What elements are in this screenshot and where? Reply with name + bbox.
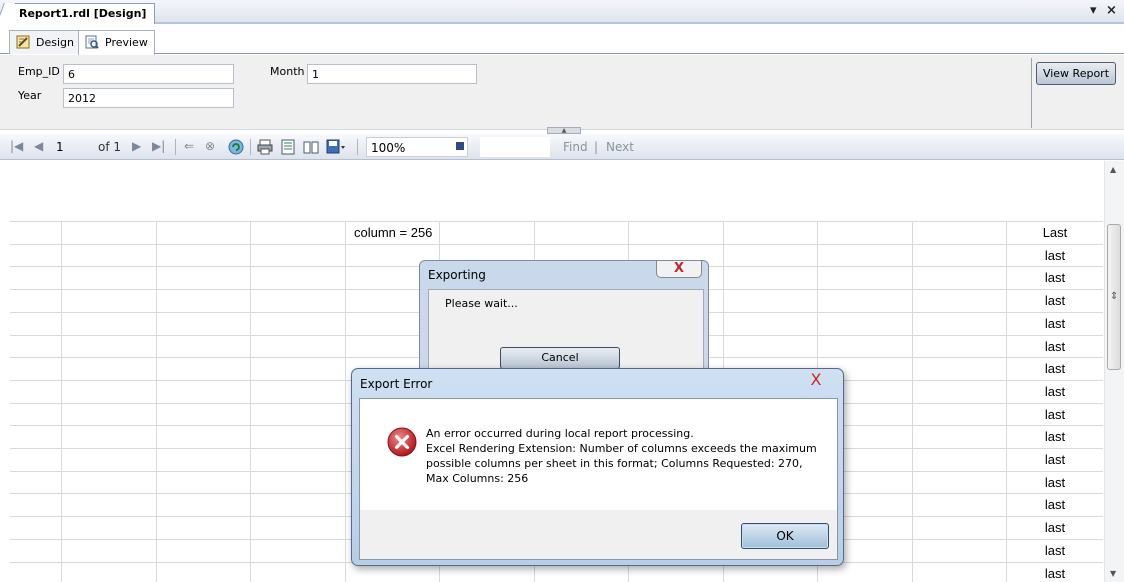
parameter-panel: Emp_ID 6 Month 1 Year 2012 (0, 55, 1124, 130)
report-toolbar: |◀ ◀ 1 of 1 ▶ ▶| ⇐ ⊗ 100% Find | Next (0, 134, 1124, 160)
tab-preview-label: Preview (105, 36, 148, 49)
month-field[interactable]: 1 (307, 64, 477, 84)
stop-icon[interactable]: ⊗ (205, 139, 215, 153)
toolbar-separator (175, 139, 176, 155)
last-column-cell: last (1044, 361, 1066, 376)
last-column-cell: last (1044, 475, 1066, 490)
ok-button[interactable]: OK (741, 523, 829, 549)
scroll-down-icon[interactable]: ▼ (1110, 569, 1116, 578)
month-label: Month (270, 65, 305, 78)
previous-page-icon[interactable]: ◀ (34, 139, 43, 153)
refresh-icon[interactable] (228, 139, 244, 155)
collapse-params-handle[interactable]: ▲ (547, 127, 581, 134)
error-line: An error occurred during local report pr… (426, 427, 694, 440)
tab-preview[interactable]: Preview (78, 30, 155, 55)
emp-id-field[interactable]: 6 (63, 64, 234, 84)
error-line: Excel Rendering Extension: Number of col… (426, 442, 817, 455)
grid-column-line (156, 221, 157, 582)
view-tab-bar: Design Preview (0, 26, 1124, 55)
document-tab[interactable]: Report1.rdl [Design] (6, 3, 156, 24)
last-column-cell: last (1044, 316, 1066, 331)
page-count: of 1 (98, 140, 122, 154)
export-icon[interactable] (326, 139, 346, 155)
next-link[interactable]: Next (606, 140, 634, 154)
last-column-cell: last (1044, 452, 1066, 467)
last-column-cell: last (1044, 520, 1066, 535)
error-icon (387, 427, 417, 457)
grid-column-line (250, 221, 251, 582)
param-separator (1031, 58, 1032, 128)
first-page-icon[interactable]: |◀ (10, 139, 23, 153)
print-layout-icon[interactable] (280, 139, 296, 155)
error-line: possible columns per sheet in this forma… (426, 457, 803, 470)
error-dialog-body: An error occurred during local report pr… (359, 398, 838, 560)
grid-row-line (10, 221, 1103, 222)
document-tab-strip: Report1.rdl [Design] ▾ × (0, 0, 1124, 24)
find-input[interactable] (480, 137, 550, 157)
last-column-cell: last (1044, 384, 1066, 399)
find-link[interactable]: Find (563, 140, 588, 154)
exporting-dialog-title: Exporting (428, 268, 486, 282)
last-column-cell: last (1044, 497, 1066, 512)
grid-column-line (61, 221, 62, 582)
exporting-dialog: Exporting X Please wait... Cancel (419, 260, 709, 381)
zoom-select[interactable]: 100% (366, 137, 468, 157)
dropdown-icon[interactable]: ▾ (1090, 3, 1097, 18)
year-field[interactable]: 2012 (63, 88, 234, 108)
last-column-cell: last (1044, 248, 1066, 263)
vertical-scrollbar[interactable]: ▲ ⇕ ▼ (1104, 161, 1124, 582)
chevron-down-icon[interactable] (456, 142, 464, 150)
tab-design-label: Design (36, 36, 74, 49)
last-column-cell: last (1044, 339, 1066, 354)
cancel-button[interactable]: Cancel (500, 347, 620, 369)
grid-column-line (912, 221, 913, 582)
last-column-cell: last (1044, 293, 1066, 308)
error-message: An error occurred during local report pr… (426, 426, 826, 486)
view-report-button[interactable]: View Report (1036, 62, 1116, 85)
next-page-icon[interactable]: ▶ (132, 139, 141, 153)
print-icon[interactable] (257, 139, 273, 155)
last-column-cell: last (1044, 407, 1066, 422)
last-column-cell: last (1044, 429, 1066, 444)
emp-id-label: Emp_ID (18, 65, 60, 78)
exporting-message: Please wait... (445, 297, 518, 310)
error-dialog-title: Export Error (360, 377, 433, 391)
grid-column-line (345, 221, 346, 582)
preview-icon (85, 35, 99, 49)
page-setup-icon[interactable] (303, 139, 319, 155)
last-column-cell: Last (1042, 225, 1068, 240)
error-message-area: An error occurred during local report pr… (360, 399, 837, 510)
export-error-dialog: Export Error X An error occurred during … (351, 368, 844, 566)
error-line: Max Columns: 256 (426, 472, 529, 485)
scroll-up-icon[interactable]: ▲ (1110, 165, 1116, 174)
toolbar-separator (250, 139, 251, 155)
page-number-input[interactable]: 1 (52, 137, 92, 157)
last-column-cell: last (1044, 543, 1066, 558)
grid-column-line (1006, 221, 1007, 582)
column-header-cell: column = 256 (354, 225, 433, 240)
grid-row-line (10, 244, 1103, 245)
report-designer-window: Report1.rdl [Design] ▾ × Design Preview … (0, 0, 1124, 582)
design-icon (16, 35, 30, 49)
last-column-cell: last (1044, 566, 1066, 581)
back-icon[interactable]: ⇐ (184, 139, 194, 153)
exporting-close-button[interactable]: X (656, 261, 702, 278)
close-icon[interactable]: × (1106, 3, 1117, 18)
last-page-icon[interactable]: ▶| (152, 139, 165, 153)
toolbar-separator (357, 139, 358, 155)
year-label: Year (18, 89, 42, 102)
find-separator: | (594, 140, 599, 154)
tab-design[interactable]: Design (9, 30, 81, 54)
document-tab-title: Report1.rdl [Design] (19, 7, 147, 20)
scroll-grip-icon: ⇕ (1110, 291, 1119, 302)
last-column-cell: last (1044, 270, 1066, 285)
error-close-button[interactable]: X (804, 371, 828, 389)
